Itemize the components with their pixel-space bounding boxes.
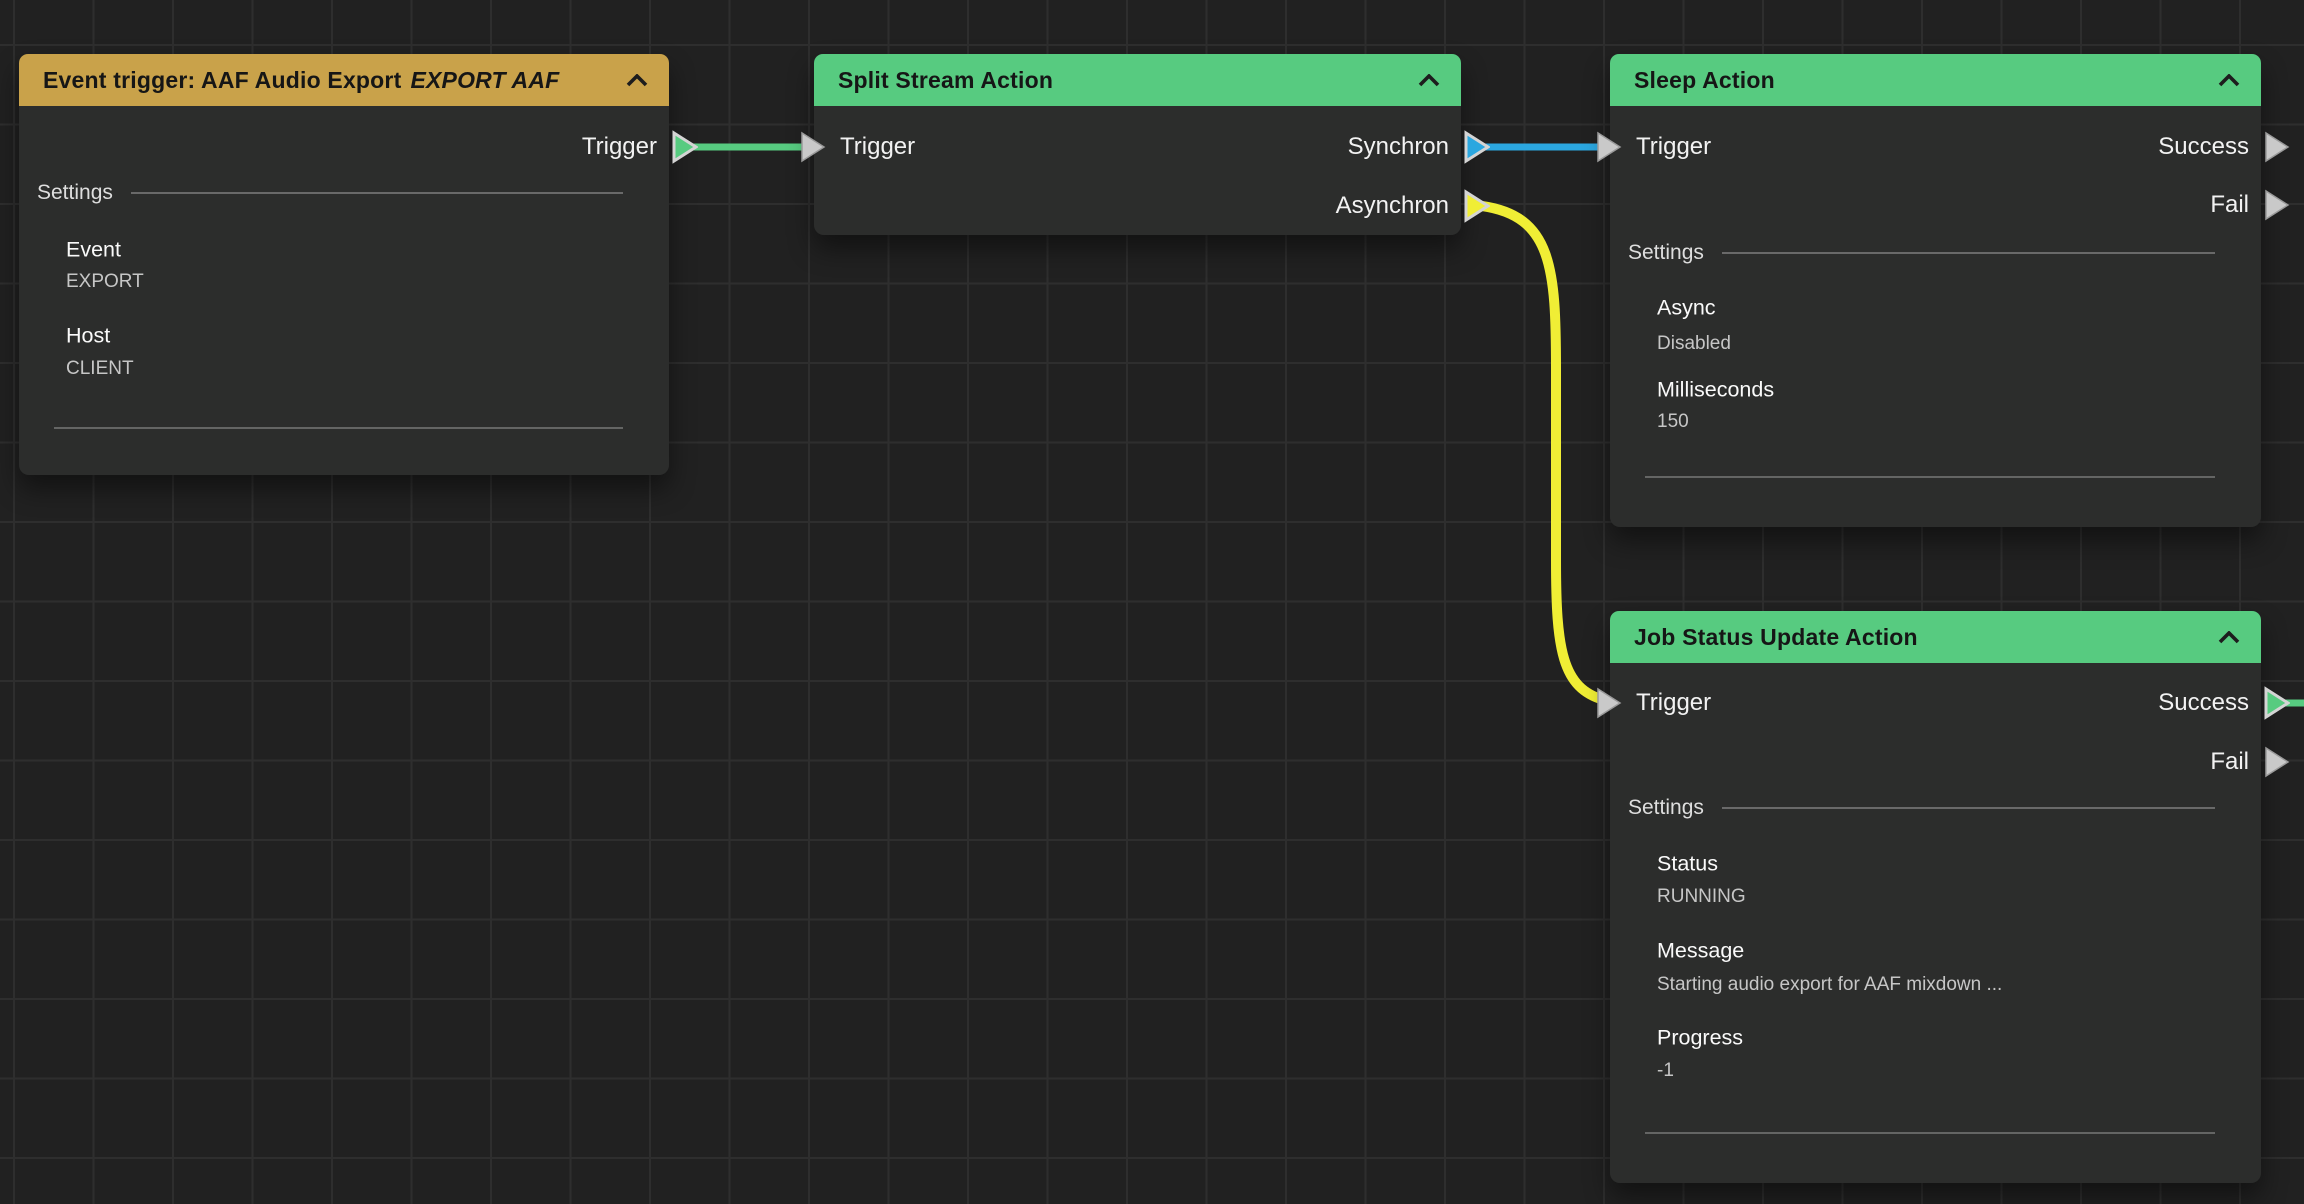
port-out-success[interactable] [2264, 130, 2290, 164]
port-in-trigger[interactable] [1596, 686, 1622, 720]
node-title: Sleep Action [1634, 67, 1775, 94]
port-label-trigger-in: Trigger [1636, 133, 1711, 161]
settings-heading: Settings [1628, 241, 2215, 265]
chevron-up-icon [626, 74, 648, 87]
port-label-trigger-in: Trigger [1636, 689, 1711, 717]
port-label-trigger-out: Trigger [582, 133, 657, 161]
divider [1645, 1132, 2215, 1134]
chevron-up-icon [2218, 74, 2240, 87]
chevron-up-icon [1418, 74, 1440, 87]
node-header[interactable]: Job Status Update Action [1610, 611, 2261, 663]
divider [1645, 476, 2215, 478]
port-out-synchron[interactable] [1464, 130, 1490, 164]
wire-asynchron-yellow[interactable] [1482, 206, 1604, 700]
field-label-message: Message [1657, 939, 1744, 964]
node-sleep-action[interactable]: Sleep Action Trigger Success Fail Settin… [1610, 54, 2261, 527]
collapse-button[interactable] [2217, 629, 2241, 645]
field-value-event: EXPORT [66, 271, 144, 293]
settings-rule [1722, 252, 2215, 254]
node-title: Event trigger: AAF Audio ExportEXPORT AA… [43, 67, 559, 94]
port-out-success[interactable] [2264, 686, 2290, 720]
node-title: Job Status Update Action [1634, 624, 1918, 651]
field-value-async: Disabled [1657, 333, 1731, 355]
port-out-asynchron[interactable] [1464, 189, 1490, 223]
divider [54, 427, 623, 429]
node-header[interactable]: Sleep Action [1610, 54, 2261, 106]
field-value-host: CLIENT [66, 358, 134, 380]
port-label-success-out: Success [2158, 689, 2249, 717]
settings-rule [131, 192, 623, 194]
field-label-status: Status [1657, 852, 1718, 877]
field-label-milliseconds: Milliseconds [1657, 378, 1774, 403]
node-editor-canvas[interactable]: Event trigger: AAF Audio ExportEXPORT AA… [0, 0, 2304, 1204]
field-label-host: Host [66, 324, 110, 349]
port-out-trigger[interactable] [672, 130, 698, 164]
port-out-fail[interactable] [2264, 188, 2290, 222]
field-label-event: Event [66, 238, 121, 263]
node-header[interactable]: Event trigger: AAF Audio ExportEXPORT AA… [19, 54, 669, 106]
port-out-fail[interactable] [2264, 745, 2290, 779]
port-label-success-out: Success [2158, 133, 2249, 161]
collapse-button[interactable] [1417, 72, 1441, 88]
field-label-async: Async [1657, 296, 1716, 321]
field-value-milliseconds: 150 [1657, 411, 1689, 433]
field-value-progress: -1 [1657, 1060, 1674, 1082]
port-in-trigger[interactable] [1596, 130, 1622, 164]
port-label-fail-out: Fail [2210, 748, 2249, 776]
settings-rule [1722, 807, 2215, 809]
node-job-status-update-action[interactable]: Job Status Update Action Trigger Success… [1610, 611, 2261, 1183]
field-label-progress: Progress [1657, 1026, 1743, 1051]
port-label-asynchron-out: Asynchron [1336, 192, 1449, 220]
node-event-trigger[interactable]: Event trigger: AAF Audio ExportEXPORT AA… [19, 54, 669, 475]
port-label-trigger-in: Trigger [840, 133, 915, 161]
settings-heading: Settings [1628, 796, 2215, 820]
port-in-trigger[interactable] [800, 130, 826, 164]
node-title: Split Stream Action [838, 67, 1053, 94]
settings-heading: Settings [37, 181, 623, 205]
node-body [1610, 663, 2261, 1183]
chevron-up-icon [2218, 631, 2240, 644]
collapse-button[interactable] [625, 72, 649, 88]
collapse-button[interactable] [2217, 72, 2241, 88]
node-split-stream-action[interactable]: Split Stream Action Trigger Synchron Asy… [814, 54, 1461, 235]
field-value-status: RUNNING [1657, 886, 1746, 908]
port-label-fail-out: Fail [2210, 191, 2249, 219]
node-header[interactable]: Split Stream Action [814, 54, 1461, 106]
port-label-synchron-out: Synchron [1348, 133, 1449, 161]
field-value-message: Starting audio export for AAF mixdown ..… [1657, 974, 2002, 996]
